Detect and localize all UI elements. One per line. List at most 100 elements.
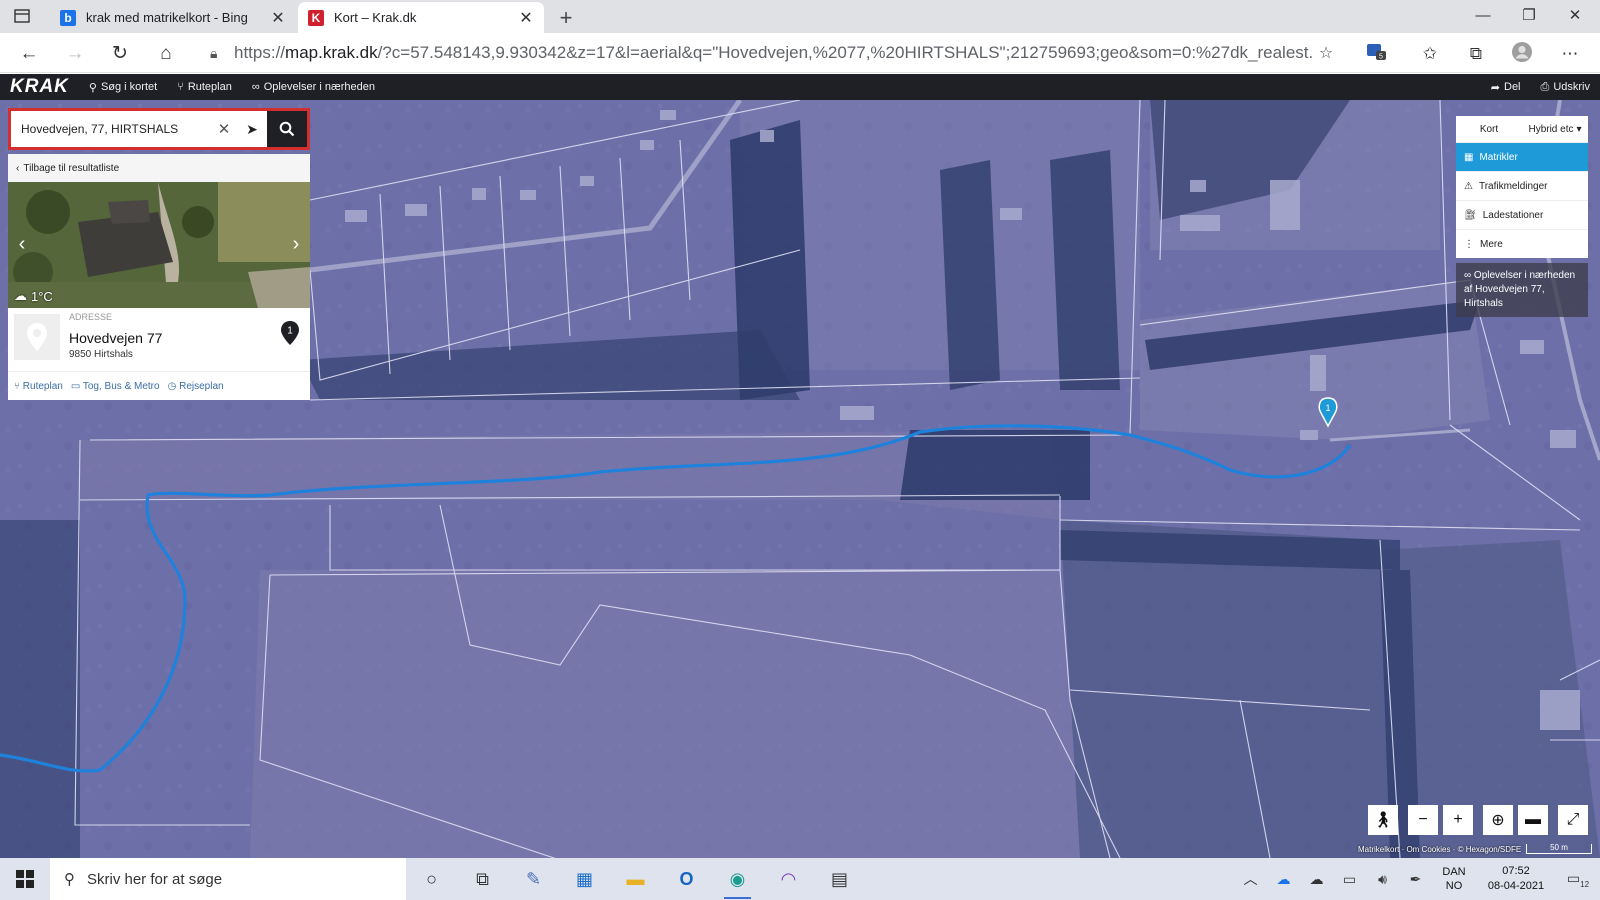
tab-hybrid[interactable]: Hybrid etc ▾	[1522, 116, 1588, 142]
cloud-icon[interactable]: ☁	[1300, 871, 1333, 888]
plus-icon: +	[1453, 811, 1463, 828]
url-text[interactable]: https://map.krak.dk/?c=57.548143,9.93034…	[234, 43, 1312, 63]
minimize-button[interactable]: —	[1460, 4, 1506, 28]
search-button[interactable]	[267, 111, 307, 147]
warning-icon: ⚠	[1464, 180, 1473, 192]
print-button[interactable]: ⎙ Udskriv	[1531, 74, 1600, 100]
share-button[interactable]: ➦ Del	[1481, 74, 1531, 100]
onedrive-icon[interactable]: ☁	[1267, 871, 1300, 888]
layer-panel: Kort Hybrid etc ▾ ▦ Matrikler ⚠ Trafikmel…	[1456, 116, 1588, 317]
taskbar-app-edge[interactable]: ◉	[712, 858, 763, 900]
taskbar-app-explorer[interactable]: ▬	[610, 858, 661, 900]
forward-button[interactable]: →	[62, 41, 88, 67]
tab-title: krak med matrikelkort - Bing	[86, 10, 248, 25]
address-bar[interactable]: 🔒︎ https://map.krak.dk/?c=57.548143,9.93…	[200, 38, 1340, 68]
back-to-results-link[interactable]: ‹ Tilbage til resultatliste	[8, 154, 310, 182]
folder-icon: ▬	[626, 868, 645, 889]
krak-logo[interactable]: KRAK	[0, 76, 79, 98]
lock-icon[interactable]: 🔒︎	[210, 45, 234, 62]
address-city: 9850 Hirtshals	[69, 349, 133, 360]
route-icon: ⑂	[177, 81, 184, 93]
crosshair-icon: ⊕	[1491, 812, 1505, 829]
notifications-icon[interactable]: ▭12	[1556, 870, 1600, 889]
measure-button[interactable]: ▬	[1518, 805, 1548, 835]
search-input[interactable]	[11, 112, 211, 146]
battery-icon[interactable]: ▭	[1333, 871, 1366, 888]
zoom-in-button[interactable]: +	[1443, 805, 1473, 835]
locate-icon[interactable]: ➤	[237, 121, 267, 138]
tab-actions-icon[interactable]	[12, 7, 32, 25]
zoom-out-button[interactable]: −	[1408, 805, 1438, 835]
street-view-button[interactable]: 🚶︎	[1368, 805, 1398, 835]
start-button[interactable]	[0, 858, 50, 900]
route-link[interactable]: ⑂ Ruteplan	[14, 381, 63, 392]
weather-badge: ☁ 1°C	[14, 288, 53, 304]
taskbar-app-calendar[interactable]: ▦	[559, 858, 610, 900]
search-map-button[interactable]: ⚲ Søg i kortet	[79, 74, 167, 100]
favorites-icon[interactable]: ✩	[1416, 41, 1444, 67]
layer-matrikler[interactable]: ▦ Matrikler	[1456, 142, 1588, 171]
chevron-left-icon: ‹	[16, 162, 20, 174]
tab-title: Kort – Krak.dk	[334, 10, 417, 25]
tab-map[interactable]: Kort	[1456, 116, 1522, 142]
aerial-photo	[8, 182, 310, 308]
travel-plan-link[interactable]: ◷ Rejseplan	[168, 381, 224, 392]
address-photo[interactable]: ‹ › ☁ 1°C	[8, 182, 310, 308]
map-attribution[interactable]: Matrikelkort · Om Cookies · © Hexagon/SD…	[1358, 845, 1521, 854]
layer-ladestationer[interactable]: ⛽︎ Ladestationer	[1456, 200, 1588, 229]
nearby-button[interactable]: ∞ Oplevelser i nærheden	[242, 74, 385, 100]
back-button[interactable]: ←	[16, 41, 42, 67]
cortana-button[interactable]: ○	[406, 858, 457, 900]
nearby-experiences-box[interactable]: ∞ Oplevelser i nærheden af Hovedvejen 77…	[1456, 263, 1588, 317]
charger-icon: ⛽︎	[1464, 209, 1477, 221]
expand-icon: ⤢	[1566, 811, 1580, 828]
collections-icon[interactable]: ⧉	[1462, 41, 1490, 67]
taskbar-app-headphones[interactable]: ◠	[763, 858, 814, 900]
address-card[interactable]: ADRESSE Hovedvejen 77 9850 Hirtshals 1	[8, 308, 310, 372]
layer-trafikmeldinger[interactable]: ⚠ Trafikmeldinger	[1456, 171, 1588, 200]
reload-button[interactable]: ↻	[107, 41, 133, 67]
chevron-left-icon[interactable]: ‹	[8, 227, 36, 261]
result-marker-icon: 1	[281, 321, 299, 345]
clock-icon: ◷	[167, 380, 177, 392]
volume-icon[interactable]: 🔊︎	[1366, 871, 1399, 888]
taskbar-search[interactable]: ⚲ Skriv her for at søge	[50, 858, 406, 900]
new-tab-button[interactable]: +	[554, 5, 578, 31]
chevron-right-icon[interactable]: ›	[282, 227, 310, 261]
task-view-button[interactable]: ⧉	[457, 858, 508, 900]
maximize-button[interactable]: ❐	[1506, 4, 1552, 28]
address-pin-icon	[14, 314, 60, 360]
search-panel: ✕ ➤ ‹ Tilbage til resultatliste ‹ › ☁ 1°…	[8, 108, 310, 400]
taskbar-app-outlook[interactable]: O	[661, 858, 712, 900]
taskbar-app-paint[interactable]: ✎	[508, 858, 559, 900]
bing-icon: b	[60, 9, 76, 26]
layer-mere[interactable]: ⋮ Mere	[1456, 229, 1588, 258]
taskbar-app-calculator[interactable]: ▤	[814, 858, 865, 900]
chevron-up-icon[interactable]: ︿	[1234, 869, 1267, 889]
tab-bing[interactable]: b krak med matrikelkort - Bing ✕	[50, 2, 296, 33]
input-language[interactable]: DAN NO	[1432, 865, 1476, 893]
add-favorite-icon[interactable]: ☆	[1312, 43, 1340, 63]
home-button[interactable]: ⌂	[153, 41, 179, 67]
close-window-button[interactable]: ✕	[1552, 4, 1598, 28]
outlook-icon: O	[679, 868, 694, 889]
calendar-icon: ▦	[575, 868, 593, 889]
extension-icon[interactable]: 5	[1362, 41, 1390, 67]
pen-icon[interactable]: ✒	[1399, 871, 1432, 888]
circle-icon: ○	[426, 868, 437, 889]
krak-header: KRAK ⚲ Søg i kortet ⑂ Ruteplan ∞ Oplevelser…	[0, 74, 1600, 100]
profile-avatar[interactable]	[1508, 41, 1536, 67]
tab-krak[interactable]: K Kort – Krak.dk ✕	[298, 2, 544, 33]
search-icon	[279, 121, 295, 137]
more-menu-icon[interactable]: ⋯	[1556, 41, 1584, 67]
system-clock[interactable]: 07:52 08-04-2021	[1476, 864, 1556, 894]
close-icon[interactable]: ✕	[518, 8, 534, 28]
fullscreen-button[interactable]: ⤢	[1558, 805, 1588, 835]
binoculars-icon: ∞	[1464, 270, 1472, 281]
close-icon[interactable]: ✕	[270, 8, 286, 28]
binoculars-icon: ∞	[251, 81, 260, 93]
locate-me-button[interactable]: ⊕	[1483, 805, 1513, 835]
transit-link[interactable]: ▭ Tog, Bus & Metro	[71, 381, 160, 392]
route-plan-button[interactable]: ⑂ Ruteplan	[167, 74, 242, 100]
clear-icon[interactable]: ✕	[211, 120, 237, 138]
